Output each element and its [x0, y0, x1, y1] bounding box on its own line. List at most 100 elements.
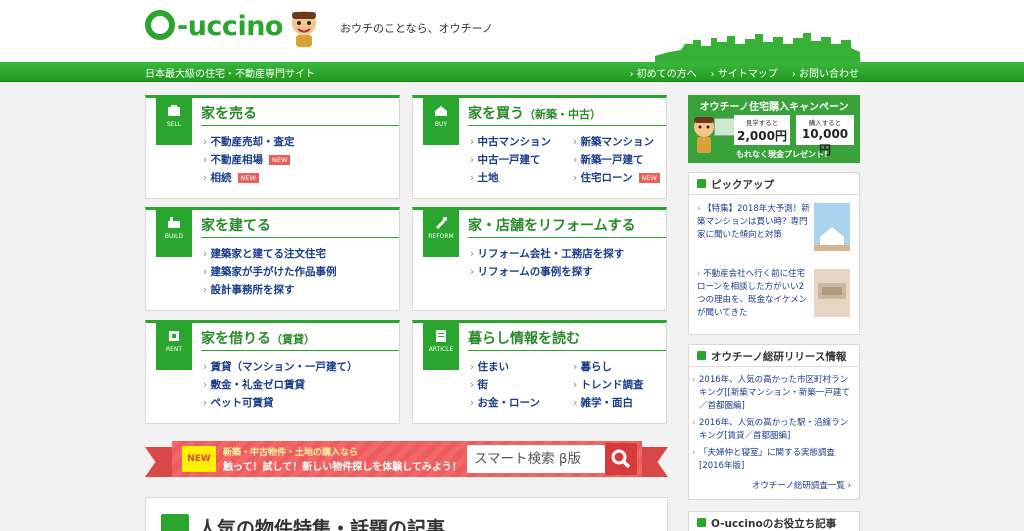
release-box: オウチーノ総研リリース情報 2016年、人気の高かった市区町村ランキング[[新築… — [688, 344, 860, 500]
smart-search-banner[interactable]: NEW 新築・中古物件・土地の購入なら 触って！試して！新しい物件探しを体験して… — [145, 437, 668, 483]
campaign-banner[interactable]: オウチーノ住宅購入キャンペーン 見学すると 2,000円 購入すると 10,00… — [688, 95, 860, 163]
link-pet-ok[interactable]: ペット可賃貸 — [203, 395, 358, 413]
category-title[interactable]: 家を買う（新築・中古） — [468, 103, 601, 123]
search-button[interactable] — [605, 443, 637, 475]
link-housing[interactable]: 住まい — [470, 359, 540, 377]
link-reform-cases[interactable]: リフォームの事例を探す — [470, 264, 624, 282]
category-buy: BUY 家を買う（新築・中古） 中古マンション 中古一戸建て 土地 新築マンショ… — [412, 95, 667, 199]
new-badge: NEW — [269, 155, 291, 165]
link-contact[interactable]: お問い合わせ — [792, 65, 859, 80]
release-item[interactable]: 2016年、人気の高かった市区町村ランキング[[新築マンション・新築一戸建て／首… — [689, 372, 859, 415]
site-logo[interactable]: -uccino — [145, 10, 283, 42]
banner-line1: 新築・中古物件・土地の購入なら — [223, 448, 359, 458]
category-links-col1: 住まい 街 お金・ローン — [470, 359, 540, 413]
pickup-item[interactable]: 不動産会社へ行く前に住宅ローンを相談した方がいい2つの理由を、既金なイケメンが聞… — [697, 268, 812, 320]
new-badge: NEW — [638, 173, 660, 183]
feature-section: 人気の物件特集・話題の記事 — [145, 497, 668, 531]
category-links-col1: 中古マンション 中古一戸建て 土地 — [470, 134, 552, 188]
category-badge: ARTICLE — [423, 320, 459, 370]
mascot-icon — [694, 117, 714, 153]
link-market-price[interactable]: 不動産相場NEW — [203, 152, 295, 170]
category-article: ARTICLE 暮らし情報を読む 住まい 街 お金・ローン 暮らし トレンド調査… — [412, 320, 667, 424]
link-trend-survey[interactable]: トレンド調査 — [573, 377, 644, 395]
category-title[interactable]: 家を売る — [201, 103, 257, 123]
search-icon — [611, 449, 631, 469]
category-sell: SELL 家を売る 不動産売却・査定 不動産相場NEW 相続NEW — [145, 95, 400, 199]
category-badge: SELL — [156, 95, 192, 145]
link-custom-house[interactable]: 建築家と建てる注文住宅 — [203, 246, 337, 264]
link-reform-company[interactable]: リフォーム会社・工務店を探す — [470, 246, 625, 264]
link-land[interactable]: 土地 — [470, 170, 551, 188]
pickup-title: ピックアップ — [689, 173, 859, 195]
category-title[interactable]: 家を建てる — [201, 215, 271, 235]
link-zero-deposit[interactable]: 敷金・礼金ゼロ賃貸 — [203, 377, 358, 395]
header-green-bar: 日本最大級の住宅・不動産専門サイト 初めての方へ サイトマップ お問い合わせ — [0, 62, 1024, 82]
category-rent: RENT 家を借りる（賃貸） 賃貸（マンション・一戸建て） 敷金・礼金ゼロ賃貸 … — [145, 320, 400, 424]
category-title[interactable]: 暮らし情報を読む — [468, 328, 580, 348]
pickup-box: ピックアップ 【特集】2018年大予測！新築マンションは買い時？専門家に聞いた傾… — [688, 172, 860, 335]
category-badge: REFORM — [423, 207, 459, 257]
category-badge: BUILD — [156, 207, 192, 257]
category-links-col2: 暮らし トレンド調査 雑学・面白 — [573, 359, 644, 413]
link-housing-loan[interactable]: 住宅ローンNEW — [573, 170, 660, 188]
pickup-item[interactable]: 【特集】2018年大予測！新築マンションは買い時？専門家に聞いた傾向と対策 — [697, 203, 812, 242]
category-title[interactable]: 家を借りる（賃貸） — [201, 328, 315, 348]
release-item[interactable]: 2016年、人気の高かった駅・沿線ランキング[賃貸／首都圏編] — [689, 415, 859, 445]
link-design-office[interactable]: 設計事務所を探す — [203, 282, 337, 300]
reform-icon — [436, 217, 447, 229]
link-sitemap[interactable]: サイトマップ — [711, 65, 778, 80]
category-links-col2: 新築マンション 新築一戸建て 住宅ローンNEW — [573, 134, 660, 188]
release-title: オウチーノ総研リリース情報 — [689, 345, 859, 367]
pickup-thumbnail-house[interactable] — [814, 203, 850, 251]
logo-o-mark — [145, 10, 175, 40]
site-subtitle: 日本最大級の住宅・不動産専門サイト — [145, 69, 315, 80]
link-town[interactable]: 街 — [470, 377, 540, 395]
purchase-reward: 購入すると 10,000円 — [796, 115, 854, 157]
site-header: -uccino おウチのことなら、オウチーノ — [0, 0, 1024, 62]
new-label: NEW — [182, 446, 216, 472]
link-money-loan[interactable]: お金・ローン — [470, 395, 540, 413]
article-icon — [436, 330, 446, 342]
city-skyline-graphic — [655, 33, 860, 62]
category-links: 不動産売却・査定 不動産相場NEW 相続NEW — [203, 134, 295, 188]
buy-icon — [435, 106, 447, 116]
top-links: 初めての方へ サイトマップ お問い合わせ — [629, 65, 859, 80]
mascot-icon — [292, 11, 316, 47]
category-badge: RENT — [156, 320, 192, 370]
pickup-thumbnail-money[interactable] — [814, 269, 850, 317]
link-new-house[interactable]: 新築一戸建て — [573, 152, 660, 170]
category-links: 建築家と建てる注文住宅 建築家が手がけた作品事例 設計事務所を探す — [203, 246, 337, 300]
link-used-mansion[interactable]: 中古マンション — [470, 134, 552, 152]
link-new-mansion[interactable]: 新築マンション — [573, 134, 660, 152]
useful-title: O-uccinoのお役立ち記事 — [689, 512, 859, 531]
feature-title: 人気の物件特集・話題の記事 — [198, 518, 446, 531]
link-real-estate-sale[interactable]: 不動産売却・査定 — [203, 134, 295, 152]
rent-icon — [169, 331, 179, 341]
release-item[interactable]: 「夫婦仲と寝室」に関する実態調査[2016年版] — [689, 445, 859, 475]
category-title[interactable]: 家・店舗をリフォームする — [468, 215, 636, 235]
campaign-footer: もれなく現金プレゼント! — [736, 150, 828, 159]
tagline: おウチのことなら、オウチーノ — [340, 22, 494, 35]
smart-search-box[interactable]: スマート検索 β版 — [467, 445, 607, 473]
category-links: リフォーム会社・工務店を探す リフォームの事例を探す — [470, 246, 625, 282]
category-badge: BUY — [423, 95, 459, 145]
banner-line2: 触って！試して！新しい物件探しを体験してみよう！ — [223, 462, 462, 473]
sell-icon — [168, 105, 180, 116]
useful-box: O-uccinoのお役立ち記事 — [688, 511, 860, 531]
campaign-title: オウチーノ住宅購入キャンペーン — [699, 102, 849, 113]
new-badge: NEW — [237, 173, 259, 183]
link-trivia[interactable]: 雑学・面白 — [573, 395, 644, 413]
category-links: 賃貸（マンション・一戸建て） 敷金・礼金ゼロ賃貸 ペット可賃貸 — [203, 359, 358, 413]
release-more-link[interactable]: オウチーノ総研調査一覧 › — [689, 475, 859, 497]
link-inheritance[interactable]: 相続NEW — [203, 170, 295, 188]
logo-text: -uccino — [177, 11, 283, 42]
link-living[interactable]: 暮らし — [573, 359, 644, 377]
link-first-time[interactable]: 初めての方へ — [629, 65, 697, 80]
link-architect-works[interactable]: 建築家が手がけた作品事例 — [203, 264, 337, 282]
link-rental[interactable]: 賃貸（マンション・一戸建て） — [203, 359, 358, 377]
visit-reward: 見学すると 2,000円 — [734, 115, 790, 145]
link-used-house[interactable]: 中古一戸建て — [470, 152, 551, 170]
category-reform: REFORM 家・店舗をリフォームする リフォーム会社・工務店を探す リフォーム… — [412, 207, 667, 311]
build-icon — [168, 217, 180, 228]
category-build: BUILD 家を建てる 建築家と建てる注文住宅 建築家が手がけた作品事例 設計事… — [145, 207, 400, 311]
